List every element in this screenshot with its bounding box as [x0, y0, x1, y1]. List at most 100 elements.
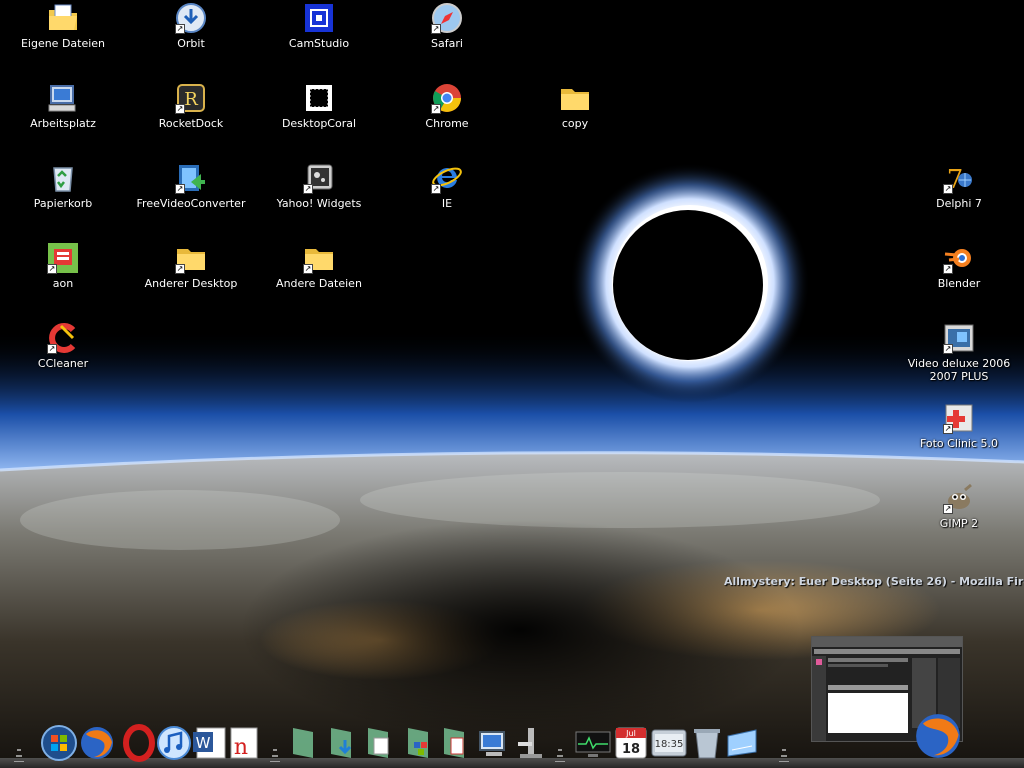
icon-label: CCleaner: [37, 357, 89, 370]
my-computer-icon: [47, 82, 79, 114]
apps-folder-icon[interactable]: [400, 724, 438, 762]
itunes-icon[interactable]: [155, 724, 193, 762]
calendar-day: 18: [622, 742, 640, 757]
desktop-icon-ie[interactable]: ↗ IE: [392, 162, 502, 210]
download-folder-icon[interactable]: [323, 724, 361, 762]
dock-separator: [12, 742, 26, 762]
recycle-bin-icon: [47, 162, 79, 194]
delphi-icon: 7 ↗: [943, 162, 975, 194]
icon-label: Video deluxe 2006 2007 PLUS: [907, 357, 1011, 383]
icon-label: Yahoo! Widgets: [276, 197, 362, 210]
desktop-icon-delphi[interactable]: 7 ↗ Delphi 7: [904, 162, 1014, 210]
trash-icon[interactable]: [688, 724, 726, 762]
windows-start-icon[interactable]: [40, 724, 78, 762]
svg-text:R: R: [184, 89, 198, 110]
shortcut-arrow-icon: ↗: [303, 184, 313, 194]
orbit-download-icon: ↗: [175, 2, 207, 34]
shortcut-arrow-icon: ↗: [47, 264, 57, 274]
desktop-icon-desktopcoral[interactable]: DesktopCoral: [264, 82, 374, 130]
desktop-icon-gimp[interactable]: ↗ GIMP 2: [904, 482, 1014, 530]
video-deluxe-icon: ↗: [943, 322, 975, 354]
desktop-icon-arbeitsplatz[interactable]: Arbeitsplatz: [8, 82, 118, 130]
shortcut-arrow-icon: ↗: [431, 184, 441, 194]
svg-text:W: W: [196, 734, 211, 752]
shortcut-arrow-icon: ↗: [175, 104, 185, 114]
files-folder-icon[interactable]: [436, 724, 474, 762]
clock-icon[interactable]: 18:35: [650, 724, 688, 762]
foto-clinic-icon: ↗: [943, 402, 975, 434]
icon-label: Delphi 7: [936, 197, 982, 210]
folder-icon: ↗: [175, 242, 207, 274]
desktop-icon-anderer-desktop[interactable]: ↗ Anderer Desktop: [136, 242, 246, 290]
folder-stack-icon[interactable]: [285, 724, 323, 762]
desktop-icon-rocketdock[interactable]: R ↗ RocketDock: [136, 82, 246, 130]
desktop-icon-orbit[interactable]: ↗ Orbit: [136, 2, 246, 50]
desktop-icon-chrome[interactable]: ↗ Chrome: [392, 82, 502, 130]
icon-label: CamStudio: [288, 37, 350, 50]
desktop-icon-freevideoconverter[interactable]: ↗ FreeVideoConverter: [136, 162, 246, 210]
icon-label: Foto Clinic 5.0: [919, 437, 999, 450]
icon-label: Safari: [431, 37, 463, 50]
my-documents-icon: [47, 2, 79, 34]
icon-label: GIMP 2: [939, 517, 979, 530]
desktop-icon-aon[interactable]: ↗ aon: [8, 242, 118, 290]
dock-window-title: Allmystery: Euer Desktop (Seite 26) - Mo…: [724, 575, 1024, 588]
internet-explorer-icon: ↗: [431, 162, 463, 194]
desktop-icon-blender[interactable]: ↗ Blender: [904, 242, 1014, 290]
monitor-icon[interactable]: [574, 724, 612, 762]
icon-label: FreeVideoConverter: [136, 197, 246, 210]
icon-label: Chrome: [425, 117, 469, 130]
icon-label: aon: [52, 277, 74, 290]
firefox-icon[interactable]: [78, 724, 116, 762]
video-converter-icon: ↗: [175, 162, 207, 194]
desktop-icon-yahoo-widgets[interactable]: ↗ Yahoo! Widgets: [264, 162, 374, 210]
desktop-icon-video-deluxe[interactable]: ↗ Video deluxe 2006 2007 PLUS: [904, 322, 1014, 383]
icon-label: Blender: [937, 277, 981, 290]
shortcut-arrow-icon: ↗: [943, 504, 953, 514]
icon-label: Eigene Dateien: [20, 37, 106, 50]
dock-separator: [553, 742, 567, 762]
display-icon[interactable]: [724, 724, 762, 762]
icon-label: copy: [561, 117, 589, 130]
icon-label: DesktopCoral: [281, 117, 357, 130]
shortcut-arrow-icon: ↗: [943, 184, 953, 194]
opera-icon[interactable]: [120, 724, 158, 762]
icon-label: Orbit: [177, 37, 205, 50]
calendar-month: Jul: [625, 729, 636, 738]
aon-icon: ↗: [47, 242, 79, 274]
documents-icon[interactable]: [360, 724, 398, 762]
desktop-icon-eigene-dateien[interactable]: Eigene Dateien: [8, 2, 118, 50]
calendar-icon[interactable]: Jul 18: [612, 724, 650, 762]
clock-time: 18:35: [655, 739, 684, 750]
desktop-icon-ccleaner[interactable]: ↗ CCleaner: [8, 322, 118, 370]
shortcut-arrow-icon: ↗: [47, 344, 57, 354]
chrome-icon: ↗: [431, 82, 463, 114]
desktop-icon-papierkorb[interactable]: Papierkorb: [8, 162, 118, 210]
shortcut-arrow-icon: ↗: [175, 184, 185, 194]
desktop-icon-andere-dateien[interactable]: ↗ Andere Dateien: [264, 242, 374, 290]
yahoo-widgets-icon: ↗: [303, 162, 335, 194]
desktop-icon-safari[interactable]: ↗ Safari: [392, 2, 502, 50]
shortcut-arrow-icon: ↗: [303, 264, 313, 274]
desktop-icon-foto-clinic[interactable]: ↗ Foto Clinic 5.0: [904, 402, 1014, 450]
icon-label: Papierkorb: [33, 197, 93, 210]
rocketdock-bar: W n Jul 18 18:35: [0, 714, 1024, 768]
desktop-icon-copy[interactable]: copy: [520, 82, 630, 130]
desktopcoral-icon: [303, 82, 335, 114]
shortcut-arrow-icon: ↗: [943, 264, 953, 274]
netobjects-icon[interactable]: n: [225, 724, 263, 762]
shortcut-arrow-icon: ↗: [943, 424, 953, 434]
icon-label: Andere Dateien: [276, 277, 362, 290]
firefox-running-icon[interactable]: [912, 710, 964, 762]
desktop-icon-camstudio[interactable]: CamStudio: [264, 2, 374, 50]
icon-label: Arbeitsplatz: [30, 117, 96, 130]
computer-icon[interactable]: [476, 724, 514, 762]
folder-icon: [559, 82, 591, 114]
icon-label: RocketDock: [158, 117, 224, 130]
word-icon[interactable]: W: [191, 724, 229, 762]
network-icon[interactable]: [512, 724, 550, 762]
ccleaner-icon: ↗: [47, 322, 79, 354]
safari-compass-icon: ↗: [431, 2, 463, 34]
blender-icon: ↗: [943, 242, 975, 274]
gimp-icon: ↗: [943, 482, 975, 514]
